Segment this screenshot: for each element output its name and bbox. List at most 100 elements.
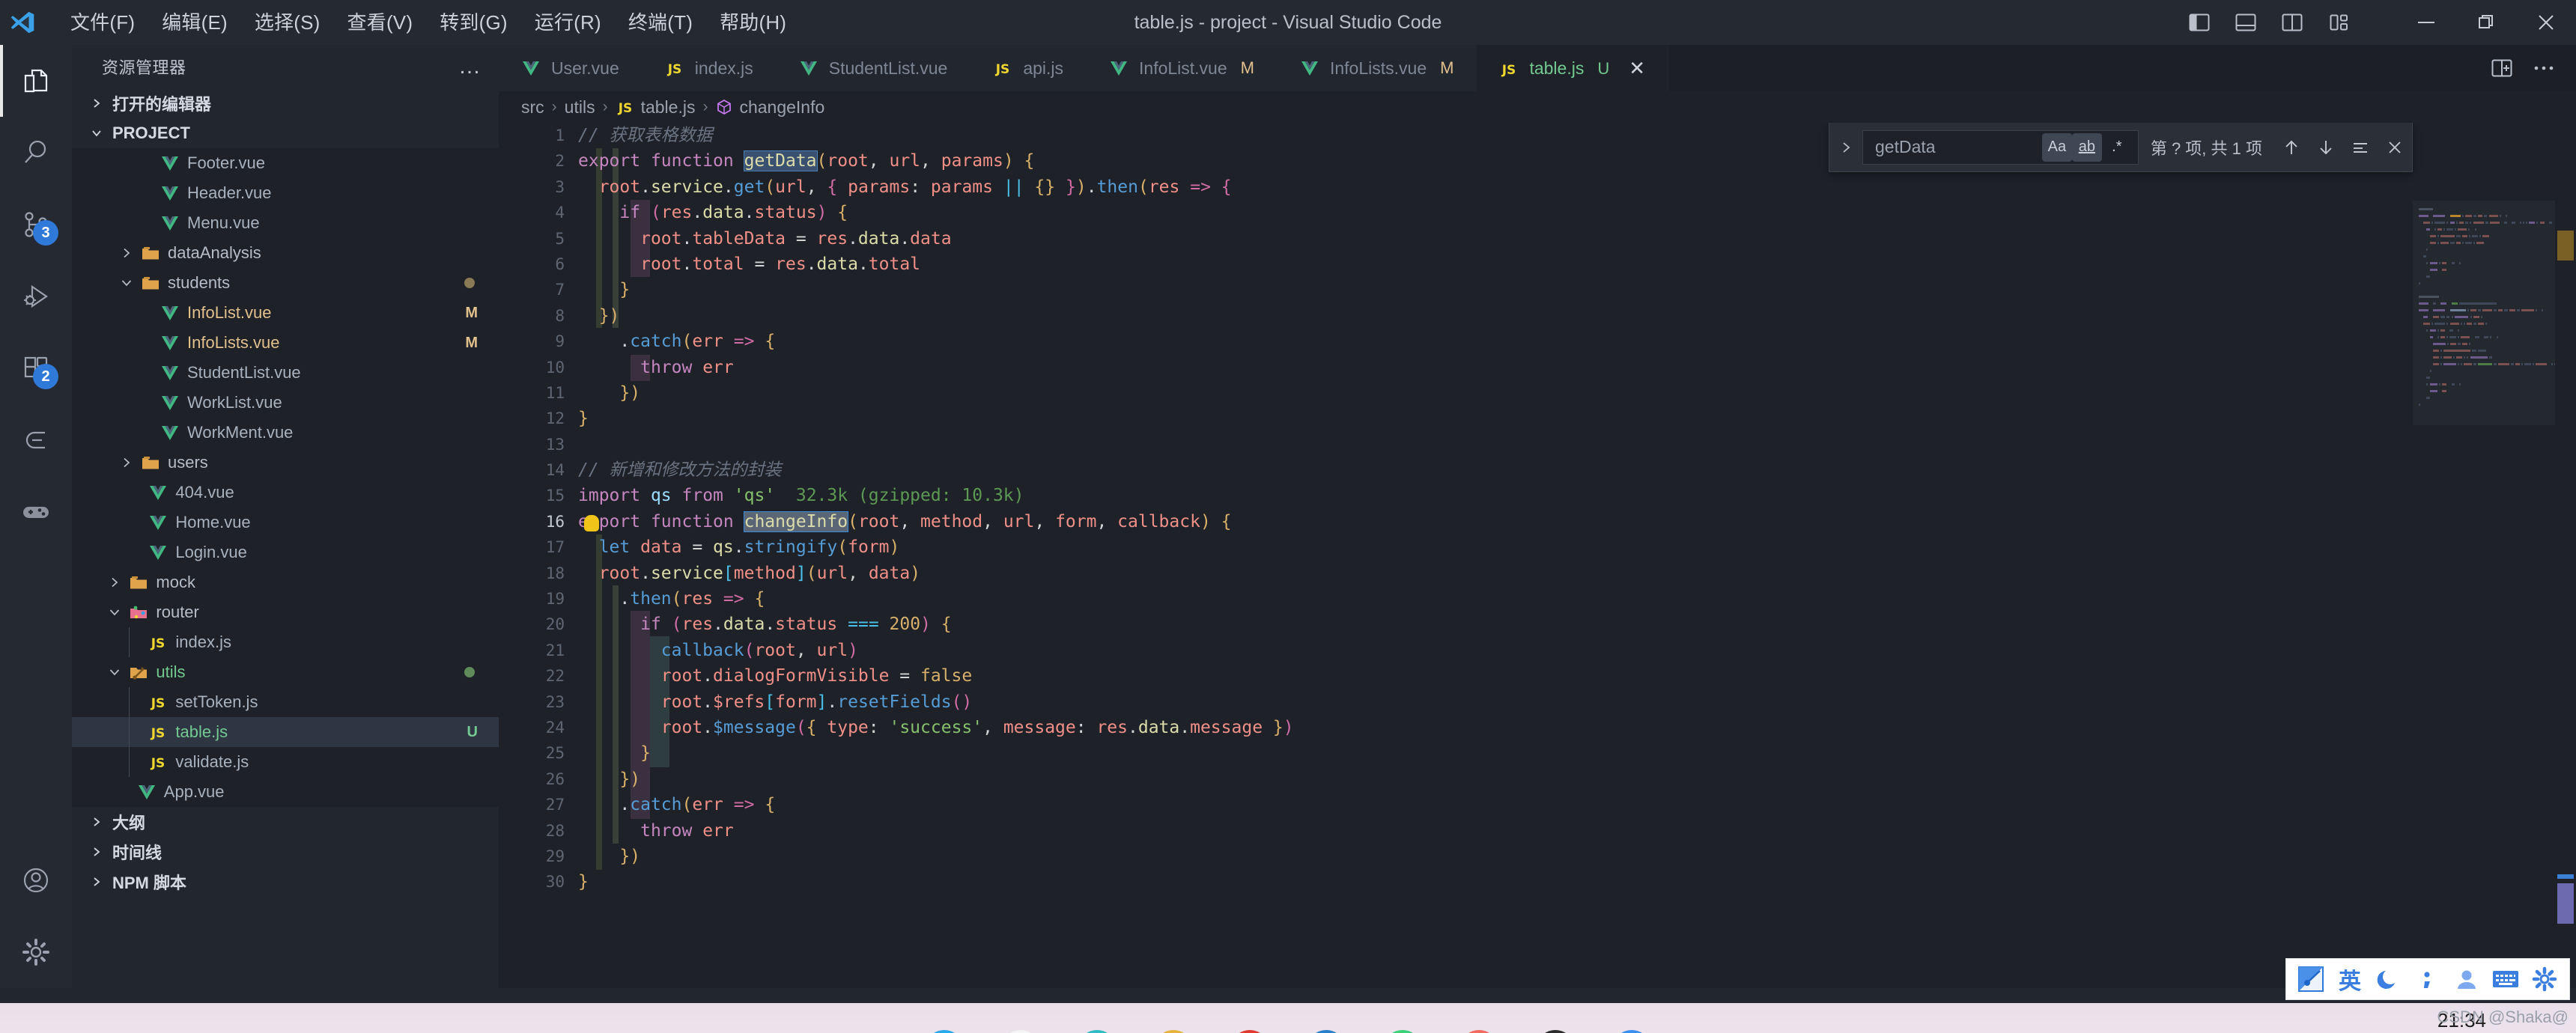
activity-settings[interactable] <box>0 916 72 988</box>
tree-item-twisty[interactable] <box>120 276 133 290</box>
code-line[interactable]: .then(res => { <box>578 586 2576 612</box>
tree-item[interactable]: utils <box>72 657 499 687</box>
tab-studentlist-vue[interactable]: StudentList.vue <box>776 45 971 91</box>
taskbar-netease-icon[interactable] <box>1230 1011 1269 1033</box>
tab-user-vue[interactable]: User.vue <box>499 45 643 91</box>
breadcrumb-item[interactable]: src <box>521 97 544 118</box>
menu-selection[interactable]: 选择(S) <box>241 0 334 45</box>
activity-extensions[interactable]: 2 <box>0 332 72 404</box>
explorer-more-actions-icon[interactable]: … <box>458 55 482 78</box>
split-editor-right-icon[interactable] <box>2483 45 2521 91</box>
minimap[interactable] <box>2413 201 2559 988</box>
activity-accounts[interactable] <box>0 844 72 916</box>
menu-go[interactable]: 转到(G) <box>426 0 521 45</box>
taskbar-wechat-icon[interactable] <box>1383 1011 1422 1033</box>
taskbar-store-icon[interactable] <box>1612 1011 1651 1033</box>
sidebar-section-project[interactable]: PROJECT <box>72 118 499 148</box>
menu-help[interactable]: 帮助(H) <box>706 0 800 45</box>
code-line[interactable]: root.service[method](url, data) <box>578 561 2576 586</box>
tree-item[interactable]: Menu.vue <box>72 208 499 238</box>
code-line[interactable]: .catch(err => { <box>578 792 2576 817</box>
find-in-selection-icon[interactable] <box>2343 130 2378 165</box>
menu-terminal[interactable]: 终端(T) <box>615 0 706 45</box>
code-line[interactable]: if (res.data.status === 200) { <box>578 612 2576 637</box>
layout-customize-icon[interactable] <box>2315 0 2362 45</box>
ime-user-icon[interactable] <box>2449 962 2484 996</box>
close-icon[interactable] <box>2516 0 2576 45</box>
code-line[interactable]: root.service.get(url, { params: params |… <box>578 174 2576 200</box>
tree-item[interactable]: InfoLists.vue M <box>72 328 499 358</box>
tree-item[interactable]: JS table.js U <box>72 717 499 747</box>
tab-infolists-vue[interactable]: InfoLists.vue M <box>1277 45 1477 91</box>
breadcrumb-item[interactable]: utils <box>565 97 595 118</box>
arrow-up-icon[interactable] <box>2274 130 2309 165</box>
ime-settings-gear-icon[interactable] <box>2527 962 2562 996</box>
code-line[interactable]: }) <box>578 767 2576 792</box>
code-line[interactable]: } <box>578 740 2576 766</box>
taskbar-terminal-icon[interactable] <box>1536 1011 1575 1033</box>
menu-edit[interactable]: 编辑(E) <box>148 0 241 45</box>
code-line[interactable]: .catch(err => { <box>578 329 2576 354</box>
code-line[interactable]: }) <box>578 380 2576 406</box>
close-icon[interactable] <box>2378 130 2412 165</box>
ime-language-chinese-english-icon[interactable]: 英 <box>2333 962 2367 996</box>
code-line[interactable]: import qs from 'qs' 32.3k (gzipped: 10.3… <box>578 483 2576 508</box>
sidebar-section-outline[interactable]: 大纲 <box>72 807 499 837</box>
code-lines[interactable]: // 获取表格数据 export function getData(root, u… <box>578 123 2576 988</box>
menu-run[interactable]: 运行(R) <box>521 0 615 45</box>
breadcrumb-item[interactable]: JS table.js <box>616 97 695 118</box>
tree-item-twisty[interactable] <box>108 665 121 679</box>
find-input[interactable]: getData <box>1875 137 2042 157</box>
tree-item[interactable]: App.vue <box>72 777 499 807</box>
tab-index-js[interactable]: JS index.js <box>642 45 777 91</box>
tree-item[interactable]: Footer.vue <box>72 148 499 178</box>
ime-keyboard-icon[interactable] <box>2488 962 2523 996</box>
menu-file[interactable]: 文件(F) <box>57 0 148 45</box>
code-line[interactable]: throw err <box>578 818 2576 844</box>
tree-item[interactable]: students <box>72 268 499 298</box>
tree-item[interactable]: 404.vue <box>72 478 499 508</box>
ime-punctuation-icon[interactable] <box>2411 962 2445 996</box>
breadcrumb-item[interactable]: changeInfo <box>715 97 824 118</box>
ime-toolbar[interactable]: 英 <box>2285 958 2570 1000</box>
layout-sidebar-left-icon[interactable] <box>2176 0 2223 45</box>
tree-item-twisty[interactable] <box>108 576 121 589</box>
tree-item-twisty[interactable] <box>108 606 121 619</box>
sidebar-section-timeline[interactable]: 时间线 <box>72 837 499 867</box>
code-line[interactable]: } <box>578 406 2576 431</box>
lightbulb-icon[interactable] <box>584 515 599 531</box>
find-widget[interactable]: getData Aa ab .* 第 ? 项, 共 1 项 <box>1829 123 2413 172</box>
code-line[interactable]: if (res.data.status) { <box>578 200 2576 225</box>
taskbar-edge-icon[interactable] <box>1078 1011 1117 1033</box>
activity-gamepad[interactable] <box>0 476 72 548</box>
code-line[interactable]: root.total = res.data.total <box>578 252 2576 277</box>
match-whole-word-option[interactable]: ab <box>2071 132 2102 162</box>
code-line[interactable]: // 新增和修改方法的封装 <box>578 457 2576 483</box>
tree-item[interactable]: InfoList.vue M <box>72 298 499 328</box>
overview-ruler[interactable] <box>2555 201 2576 988</box>
tab-infolist-vue[interactable]: InfoList.vue M <box>1087 45 1278 91</box>
tab-table-js[interactable]: JS table.js U ✕ <box>1477 45 1669 91</box>
tree-item-twisty[interactable] <box>120 246 133 260</box>
more-actions-icon[interactable] <box>2525 45 2563 91</box>
tree-item[interactable]: JS index.js <box>72 627 499 657</box>
ime-moon-icon[interactable] <box>2372 962 2406 996</box>
code-line[interactable]: export function changeInfo(root, method,… <box>578 509 2576 534</box>
tree-item[interactable]: router <box>72 597 499 627</box>
tree-item[interactable]: mock <box>72 567 499 597</box>
activity-source-control[interactable]: 3 <box>0 189 72 260</box>
tree-item[interactable]: Home.vue <box>72 508 499 537</box>
taskbar-explorer-icon[interactable] <box>1001 1011 1040 1033</box>
code-line[interactable]: }) <box>578 303 2576 329</box>
taskbar-app-icon[interactable] <box>1459 1011 1498 1033</box>
code-line[interactable]: root.tableData = res.data.data <box>578 226 2576 252</box>
tree-item[interactable]: Header.vue <box>72 178 499 208</box>
code-line[interactable]: let data = qs.stringify(form) <box>578 534 2576 560</box>
tree-item[interactable]: JS validate.js <box>72 747 499 777</box>
tab-api-js[interactable]: JS api.js <box>970 45 1087 91</box>
tree-item[interactable]: users <box>72 448 499 478</box>
code-line[interactable]: callback(root, url) <box>578 638 2576 663</box>
activity-run-debug[interactable] <box>0 260 72 332</box>
taskbar-start-icon[interactable] <box>925 1011 964 1033</box>
taskbar-vscode-icon[interactable] <box>1307 1011 1346 1033</box>
